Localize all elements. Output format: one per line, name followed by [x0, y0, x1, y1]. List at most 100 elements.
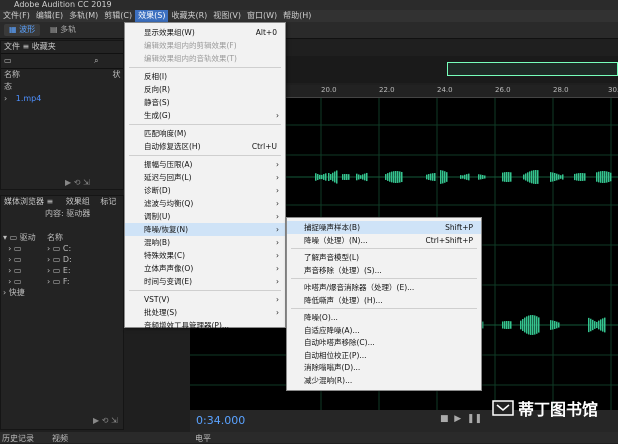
waveform-sample — [325, 173, 327, 181]
menu-item[interactable]: 自适应降噪(A)... — [287, 324, 481, 337]
menu-item[interactable]: 降噪/恢复(N) › — [125, 223, 285, 236]
menu-item[interactable]: 自动相位校正(P)... — [287, 349, 481, 362]
drive-item[interactable]: › ▭ C: — [47, 243, 72, 254]
menu-item[interactable]: 视图(V) — [210, 10, 244, 22]
menu-item[interactable]: 静音(S) — [125, 96, 285, 109]
play-icon[interactable]: ▶ — [454, 414, 461, 424]
tree-shortcuts[interactable]: › 快捷 — [3, 287, 36, 298]
menu-item[interactable]: 降噪(O)... — [287, 311, 481, 324]
play-icon[interactable]: ▶ — [93, 416, 99, 425]
menu-item[interactable]: 生成(G) › — [125, 109, 285, 122]
tab-media-browser[interactable]: 媒体浏览器 — [4, 197, 44, 206]
file-item[interactable]: › 1.mp4 — [1, 93, 123, 105]
menu-item[interactable]: 剪辑(C) — [101, 10, 135, 22]
menu-item[interactable]: 窗口(W) — [244, 10, 280, 22]
menu-item[interactable]: 匹配响度(M) — [125, 127, 285, 140]
drive-item[interactable]: › ▭ D: — [47, 254, 72, 265]
menu-item[interactable]: 收藏夹(R) — [168, 10, 210, 22]
tree-root[interactable]: ▾ ▭ 驱动 — [3, 232, 36, 243]
waveform-sample — [510, 321, 512, 329]
export-icon[interactable]: ⇲ — [83, 178, 90, 187]
menu-item[interactable]: 捕捉噪声样本(B) Shift+P — [287, 221, 481, 234]
content-value[interactable]: 驱动器 — [66, 209, 90, 218]
menu-item[interactable]: 咔嗒声/爆音消除器（处理）(E)... — [287, 281, 481, 294]
tab-levels[interactable]: 电平 — [195, 433, 211, 444]
waveform-sample — [321, 174, 323, 180]
tree-item[interactable]: › ▭ — [3, 265, 36, 276]
menu-item[interactable]: 振幅与压限(A) › — [125, 158, 285, 171]
waveform-sample — [590, 318, 592, 332]
waveform-sample — [598, 320, 600, 330]
tree-item[interactable]: › ▭ — [3, 243, 36, 254]
waveform-sample — [550, 320, 552, 330]
menu-item[interactable]: 消除嗡嗡声(D)... — [287, 361, 481, 374]
menu-item[interactable]: 帮助(H) — [280, 10, 314, 22]
menu-item[interactable]: 混响(B) › — [125, 236, 285, 249]
menu-item[interactable]: 降噪（处理）(N)... Ctrl+Shift+P — [287, 234, 481, 247]
open-file-icon[interactable]: ▭ — [4, 56, 12, 65]
overview-selection[interactable] — [447, 62, 618, 76]
tab-video[interactable]: 视频 — [52, 433, 68, 444]
menu-item[interactable]: 多轨(M) — [66, 10, 101, 22]
menu-icon[interactable]: ≡ — [47, 197, 56, 206]
menu-item[interactable]: 显示效果组(W) Alt+0 — [125, 26, 285, 39]
menu-item[interactable]: 了解声音模型(L) — [287, 251, 481, 264]
play-icon[interactable]: ▶ — [65, 178, 71, 187]
menu-separator — [291, 308, 477, 309]
menu-item[interactable]: 降低嘶声（处理）(H)... — [287, 294, 481, 307]
drive-item[interactable]: › ▭ F: — [47, 276, 72, 287]
menu-item-label: 混响(B) — [144, 238, 170, 247]
drive-list: 名称 › ▭ C: › ▭ D: › ▭ E: › ▭ F: — [47, 232, 72, 287]
search-icon[interactable]: ⌕ — [94, 56, 98, 65]
menu-item[interactable]: 文件(F) — [0, 10, 33, 22]
waveform-sample — [482, 321, 484, 329]
waveform-sample — [554, 320, 556, 330]
waveform-sample — [578, 173, 580, 181]
loop-icon[interactable]: ⟲ — [74, 178, 81, 187]
menu-item[interactable]: 时间与变调(E) › — [125, 275, 285, 288]
drive-icon: ▭ — [52, 255, 61, 264]
stop-icon[interactable]: ■ — [440, 414, 449, 424]
tab-history[interactable]: 历史记录 — [2, 433, 34, 444]
waveform-sample — [462, 175, 464, 179]
menu-item[interactable]: 声音移除（处理）(S)... — [287, 264, 481, 277]
menu-item-label: 声音移除（处理）(S)... — [304, 265, 382, 275]
tab-waveform[interactable]: ▦ 波形 — [4, 24, 41, 36]
menu-item-label: 降噪/恢复(N) — [144, 225, 188, 234]
expand-arrow-icon[interactable]: › — [4, 94, 7, 103]
tab-favorites[interactable]: 收藏夹 — [32, 42, 56, 51]
drive-item[interactable]: › ▭ E: — [47, 265, 72, 276]
tab-multitrack[interactable]: ▤ 多轨 — [46, 24, 80, 36]
tab-files[interactable]: 文件 — [4, 42, 20, 51]
tree-item[interactable]: › ▭ — [3, 254, 36, 265]
loop-icon[interactable]: ⟲ — [102, 416, 109, 425]
menu-item[interactable]: 效果(S) — [135, 10, 169, 22]
menu-item[interactable]: VST(V) › — [125, 293, 285, 306]
tab-effects-rack[interactable]: 效果组 — [66, 197, 90, 206]
file-name[interactable]: 1.mp4 — [16, 94, 42, 103]
menu-item[interactable]: 反向(R) — [125, 83, 285, 96]
menu-item[interactable]: 延迟与回声(L) › — [125, 171, 285, 184]
menu-item[interactable]: 特殊效果(C) › — [125, 249, 285, 262]
col-name: 名称 — [4, 70, 20, 79]
menu-item-label: 立体声声像(O) — [144, 264, 194, 273]
menu-item[interactable]: 反相(I) — [125, 70, 285, 83]
menu-item[interactable]: 自动修复选区(H) Ctrl+U — [125, 140, 285, 153]
menu-item[interactable]: 自动咔嗒声移除(C)... — [287, 336, 481, 349]
export-icon[interactable]: ⇲ — [111, 416, 118, 425]
menu-item[interactable]: 编辑(E) — [33, 10, 66, 22]
menu-item[interactable]: 诊断(D) › — [125, 184, 285, 197]
menu-item[interactable]: 滤波与均衡(Q) › — [125, 197, 285, 210]
menu-item[interactable]: 音频增效工具管理器(P)... — [125, 319, 285, 332]
tree-item[interactable]: › ▭ — [3, 276, 36, 287]
pause-icon[interactable]: ❚❚ — [467, 414, 482, 424]
waveform-sample — [342, 174, 344, 180]
menu-item[interactable]: 减少混响(R)... — [287, 374, 481, 387]
media-panel-header: 媒体浏览器 ≡ 效果组 标记 — [1, 196, 123, 208]
menu-icon[interactable]: ≡ — [23, 42, 32, 51]
waveform-sample — [582, 173, 584, 181]
menu-item[interactable]: 立体声声像(O) › — [125, 262, 285, 275]
menu-item[interactable]: 调制(U) › — [125, 210, 285, 223]
menu-item[interactable]: 批处理(S) › — [125, 306, 285, 319]
tab-markers[interactable]: 标记 — [100, 197, 116, 206]
